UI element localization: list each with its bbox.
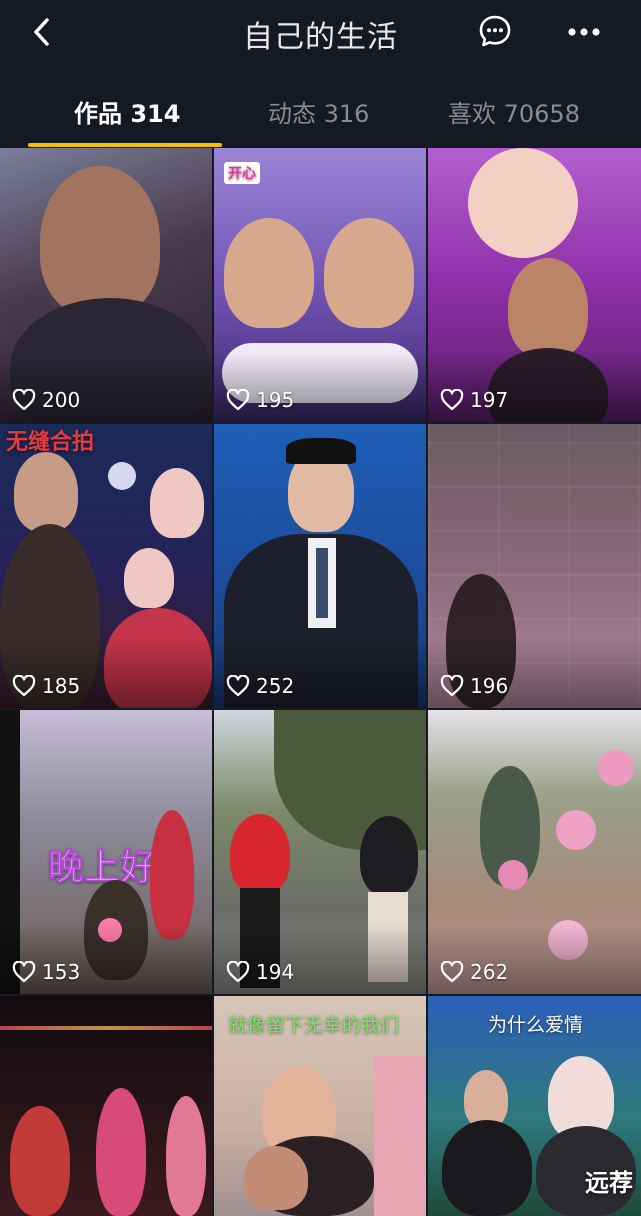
heart-icon <box>12 389 36 411</box>
video-caption: 为什么爱情 <box>488 1014 584 1036</box>
video-thumbnail[interactable]: 197 <box>428 148 641 422</box>
watermark: 远荐 <box>585 1169 633 1197</box>
thumbnail-image <box>468 148 578 258</box>
profile-tabs: 作品 314 动态 316 喜欢 70658 <box>0 80 641 146</box>
like-count-value: 185 <box>42 674 81 698</box>
video-thumbnail[interactable]: 194 <box>214 710 426 994</box>
tab-posts[interactable]: 动态 316 <box>268 94 369 129</box>
video-thumbnail[interactable]: 196 <box>428 424 641 708</box>
thumbnail-figure <box>96 1088 146 1216</box>
video-thumbnail[interactable]: 晚上好 153 <box>0 710 212 994</box>
video-caption: 无缝合拍 <box>6 430 95 455</box>
heart-icon <box>226 961 250 983</box>
like-count: 153 <box>12 960 80 984</box>
video-thumbnail[interactable]: 为什么爱情 远荐 <box>428 996 641 1216</box>
video-grid: 200 开心 195 197 无缝合拍 185 252 196 晚上好 153 … <box>0 148 641 1216</box>
page-title: 自己的生活 <box>243 20 398 55</box>
like-count: 195 <box>226 388 294 412</box>
heart-icon <box>440 389 464 411</box>
video-thumbnail[interactable]: 200 <box>0 148 212 422</box>
thumbnail-image <box>124 548 174 608</box>
tie-image <box>316 548 328 618</box>
heart-icon <box>12 675 36 697</box>
like-count: 194 <box>226 960 294 984</box>
like-count: 252 <box>226 674 294 698</box>
thumbnail-image <box>40 166 160 316</box>
thumbnail-image <box>508 258 588 358</box>
video-thumbnail[interactable] <box>0 996 212 1216</box>
message-button[interactable] <box>476 12 514 50</box>
video-thumbnail[interactable]: 开心 195 <box>214 148 426 422</box>
heart-icon <box>440 961 464 983</box>
thumbnail-image <box>324 218 414 328</box>
top-bar: 自己的生活 <box>0 0 641 64</box>
video-thumbnail[interactable]: 252 <box>214 424 426 708</box>
heart-icon <box>12 961 36 983</box>
like-count: 196 <box>440 674 508 698</box>
active-tab-indicator <box>28 143 222 147</box>
curtain-image <box>374 1056 426 1216</box>
video-caption: 晚上好 <box>47 847 157 889</box>
like-count-value: 153 <box>42 960 81 984</box>
video-thumbnail[interactable]: 就像留下无幸的我们 <box>214 996 426 1216</box>
flower-image <box>556 810 596 850</box>
tab-likes[interactable]: 喜欢 70658 <box>448 94 580 129</box>
thumbnail-figure <box>442 1120 532 1216</box>
thumbnail-figure <box>166 1096 206 1216</box>
like-count: 185 <box>12 674 80 698</box>
chat-bubble-icon <box>479 15 511 47</box>
moon-image <box>108 462 136 490</box>
more-button[interactable] <box>564 14 604 50</box>
video-thumbnail[interactable]: 无缝合拍 185 <box>0 424 212 708</box>
lights-image <box>0 1026 212 1030</box>
like-count-value: 195 <box>256 388 295 412</box>
heart-icon <box>226 389 250 411</box>
thumbnail-figure <box>10 1106 70 1216</box>
video-thumbnail[interactable]: 262 <box>428 710 641 994</box>
like-count-value: 200 <box>42 388 81 412</box>
like-count-value: 194 <box>256 960 295 984</box>
like-count: 197 <box>440 388 508 412</box>
like-count-value: 196 <box>470 674 509 698</box>
like-count: 262 <box>440 960 508 984</box>
thumbnail-image <box>150 468 204 538</box>
thumbnail-image <box>244 1146 308 1210</box>
thumbnail-image <box>286 438 356 464</box>
thumbnail-figure <box>230 814 290 894</box>
thumbnail-image <box>14 452 78 532</box>
flower-image <box>598 750 634 786</box>
like-count: 200 <box>12 388 80 412</box>
like-count-value: 262 <box>470 960 509 984</box>
like-count-value: 252 <box>256 674 295 698</box>
video-caption: 开心 <box>224 162 260 184</box>
heart-icon <box>440 675 464 697</box>
tab-works[interactable]: 作品 314 <box>74 94 180 129</box>
like-count-value: 197 <box>470 388 509 412</box>
thumbnail-figure <box>360 816 418 896</box>
more-dots-icon <box>568 28 600 36</box>
heart-icon <box>226 675 250 697</box>
thumbnail-image <box>224 218 314 328</box>
flower-image <box>498 860 528 890</box>
thumbnail-figure <box>150 810 194 940</box>
video-caption: 就像留下无幸的我们 <box>228 1014 400 1036</box>
